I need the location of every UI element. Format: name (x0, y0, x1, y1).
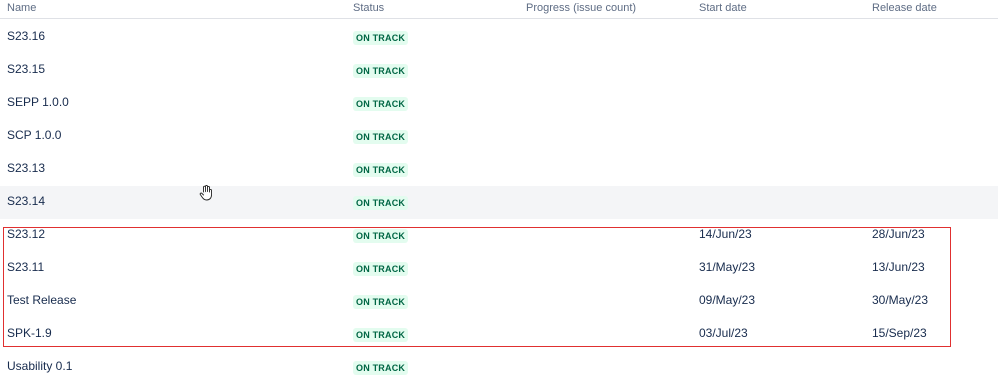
start-date: 03/Jul/23 (699, 326, 748, 340)
status-badge: ON TRACK (353, 196, 409, 210)
table-row[interactable]: S23.11 ON TRACK 31/May/23 13/Jun/23 (0, 252, 998, 285)
version-name-link[interactable]: Usability 0.1 (7, 359, 72, 373)
table-row[interactable]: SPK-1.9 ON TRACK 03/Jul/23 15/Sep/23 (0, 318, 998, 351)
release-date: 13/Jun/23 (872, 260, 925, 274)
table-row[interactable]: S23.13 ON TRACK (0, 153, 998, 186)
version-name-link[interactable]: SPK-1.9 (7, 326, 52, 340)
version-name-link[interactable]: SEPP 1.0.0 (7, 95, 69, 109)
start-date: 14/Jun/23 (699, 227, 752, 241)
release-date: 28/Jun/23 (872, 227, 925, 241)
table-row[interactable]: S23.16 ON TRACK (0, 21, 998, 54)
version-name-link[interactable]: S23.12 (7, 227, 45, 241)
version-name-link[interactable]: S23.11 (7, 260, 44, 274)
version-name-link[interactable]: S23.15 (7, 62, 45, 76)
version-name-link[interactable]: Test Release (7, 293, 76, 307)
status-badge: ON TRACK (353, 31, 409, 45)
status-badge: ON TRACK (353, 262, 409, 276)
start-date: 31/May/23 (699, 260, 756, 274)
column-header-release-date[interactable]: Release date (872, 2, 937, 14)
status-badge: ON TRACK (353, 328, 409, 342)
hand-pointer-icon (199, 185, 212, 201)
column-header-status[interactable]: Status (353, 2, 384, 14)
table-row[interactable]: SEPP 1.0.0 ON TRACK (0, 87, 998, 120)
version-name-link[interactable]: S23.16 (7, 29, 45, 43)
version-name-link[interactable]: S23.13 (7, 161, 45, 175)
table-row[interactable]: SCP 1.0.0 ON TRACK (0, 120, 998, 153)
version-name-link[interactable]: SCP 1.0.0 (7, 128, 61, 142)
release-date: 15/Sep/23 (872, 326, 927, 340)
column-header-name[interactable]: Name (7, 2, 36, 14)
status-badge: ON TRACK (353, 97, 409, 111)
column-header-progress[interactable]: Progress (issue count) (526, 2, 636, 14)
table-row[interactable]: S23.12 ON TRACK 14/Jun/23 28/Jun/23 (0, 219, 998, 252)
table-row[interactable]: Test Release ON TRACK 09/May/23 30/May/2… (0, 285, 998, 318)
table-row-hovered[interactable]: S23.14 ON TRACK (0, 186, 998, 219)
table-row[interactable]: Usability 0.1 ON TRACK (0, 351, 998, 377)
table-header: Name Status Progress (issue count) Start… (0, 0, 998, 19)
version-name-link[interactable]: S23.14 (7, 194, 45, 208)
versions-table: Name Status Progress (issue count) Start… (0, 0, 998, 377)
status-badge: ON TRACK (353, 361, 409, 375)
table-row[interactable]: S23.15 ON TRACK (0, 54, 998, 87)
status-badge: ON TRACK (353, 130, 409, 144)
start-date: 09/May/23 (699, 293, 756, 307)
status-badge: ON TRACK (353, 163, 409, 177)
status-badge: ON TRACK (353, 229, 409, 243)
status-badge: ON TRACK (353, 295, 409, 309)
status-badge: ON TRACK (353, 64, 409, 78)
column-header-start-date[interactable]: Start date (699, 2, 747, 14)
release-date: 30/May/23 (872, 293, 929, 307)
